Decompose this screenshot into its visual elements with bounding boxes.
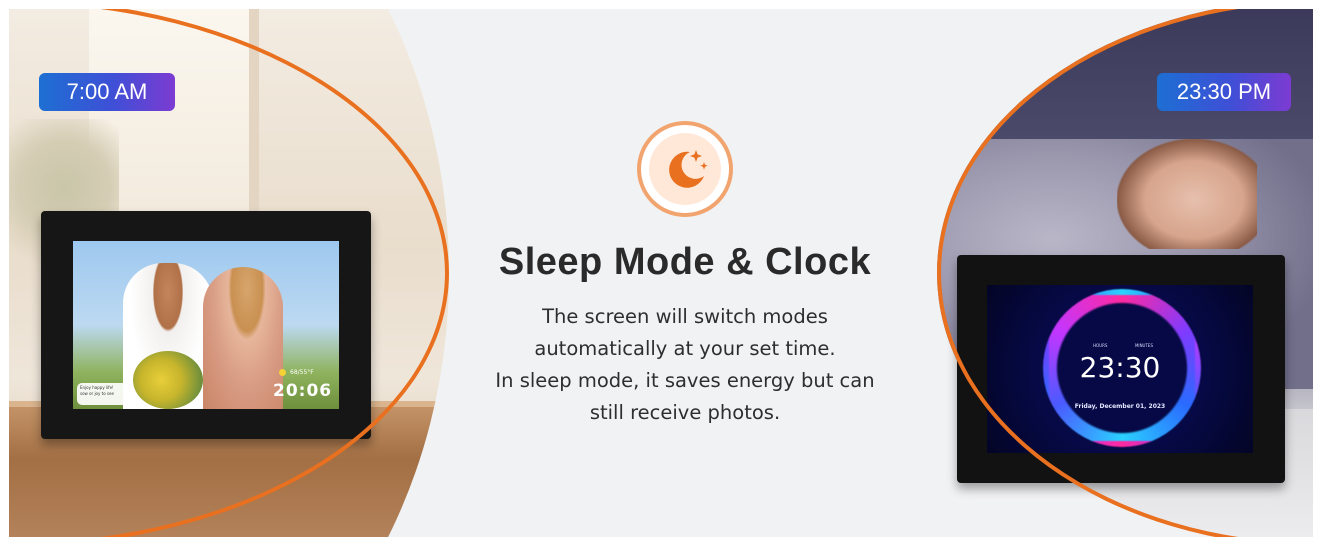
photo-frame-left: Enjoy happy life! sow or joy to see 68/5… bbox=[41, 211, 371, 439]
section-description: The screen will switch modes automatical… bbox=[449, 301, 921, 429]
morning-scene: Enjoy happy life! sow or joy to see 68/5… bbox=[9, 9, 449, 537]
photo-frame-right: HOURS MINUTES 23:30 Friday, December 01,… bbox=[957, 255, 1285, 483]
photo-caption-line2: sow or joy to see bbox=[80, 391, 114, 396]
photo-time: 20:06 bbox=[273, 381, 333, 401]
clock-label-hours: HOURS bbox=[1093, 343, 1108, 348]
photo-flowers bbox=[133, 351, 203, 409]
clock-time: 23:30 bbox=[1079, 351, 1161, 384]
night-time-badge: 23:30 PM bbox=[1157, 73, 1291, 111]
description-line-4: still receive photos. bbox=[589, 401, 781, 424]
photo-screen: Enjoy happy life! sow or joy to see 68/5… bbox=[73, 241, 339, 409]
description-line-3: In sleep mode, it saves energy but can bbox=[495, 369, 875, 392]
moon-badge-inner bbox=[649, 133, 721, 205]
description-line-1: The screen will switch modes bbox=[542, 305, 828, 328]
photo-caption: Enjoy happy life! sow or joy to see bbox=[77, 383, 129, 405]
sleeping-child bbox=[1117, 139, 1257, 249]
clock-screen: HOURS MINUTES 23:30 Friday, December 01,… bbox=[987, 285, 1253, 453]
photo-weather-text: 68/55°F bbox=[290, 369, 314, 376]
clock-date: Friday, December 01, 2023 bbox=[1074, 403, 1166, 410]
sun-icon bbox=[279, 369, 286, 376]
morning-time-badge: 7:00 AM bbox=[39, 73, 175, 111]
center-content: Sleep Mode & Clock The screen will switc… bbox=[449, 9, 929, 537]
clock-label-minutes: MINUTES bbox=[1134, 343, 1153, 348]
photo-person-woman bbox=[203, 267, 283, 409]
sleep-mode-banner: Enjoy happy life! sow or joy to see 68/5… bbox=[9, 9, 1313, 537]
description-line-2: automatically at your set time. bbox=[534, 337, 836, 360]
section-title: Sleep Mode & Clock bbox=[498, 241, 872, 283]
clock-labels: HOURS MINUTES bbox=[1093, 343, 1153, 348]
moon-stars-icon bbox=[669, 150, 708, 188]
sleep-mode-badge bbox=[637, 121, 733, 217]
photo-weather: 68/55°F bbox=[279, 369, 314, 376]
